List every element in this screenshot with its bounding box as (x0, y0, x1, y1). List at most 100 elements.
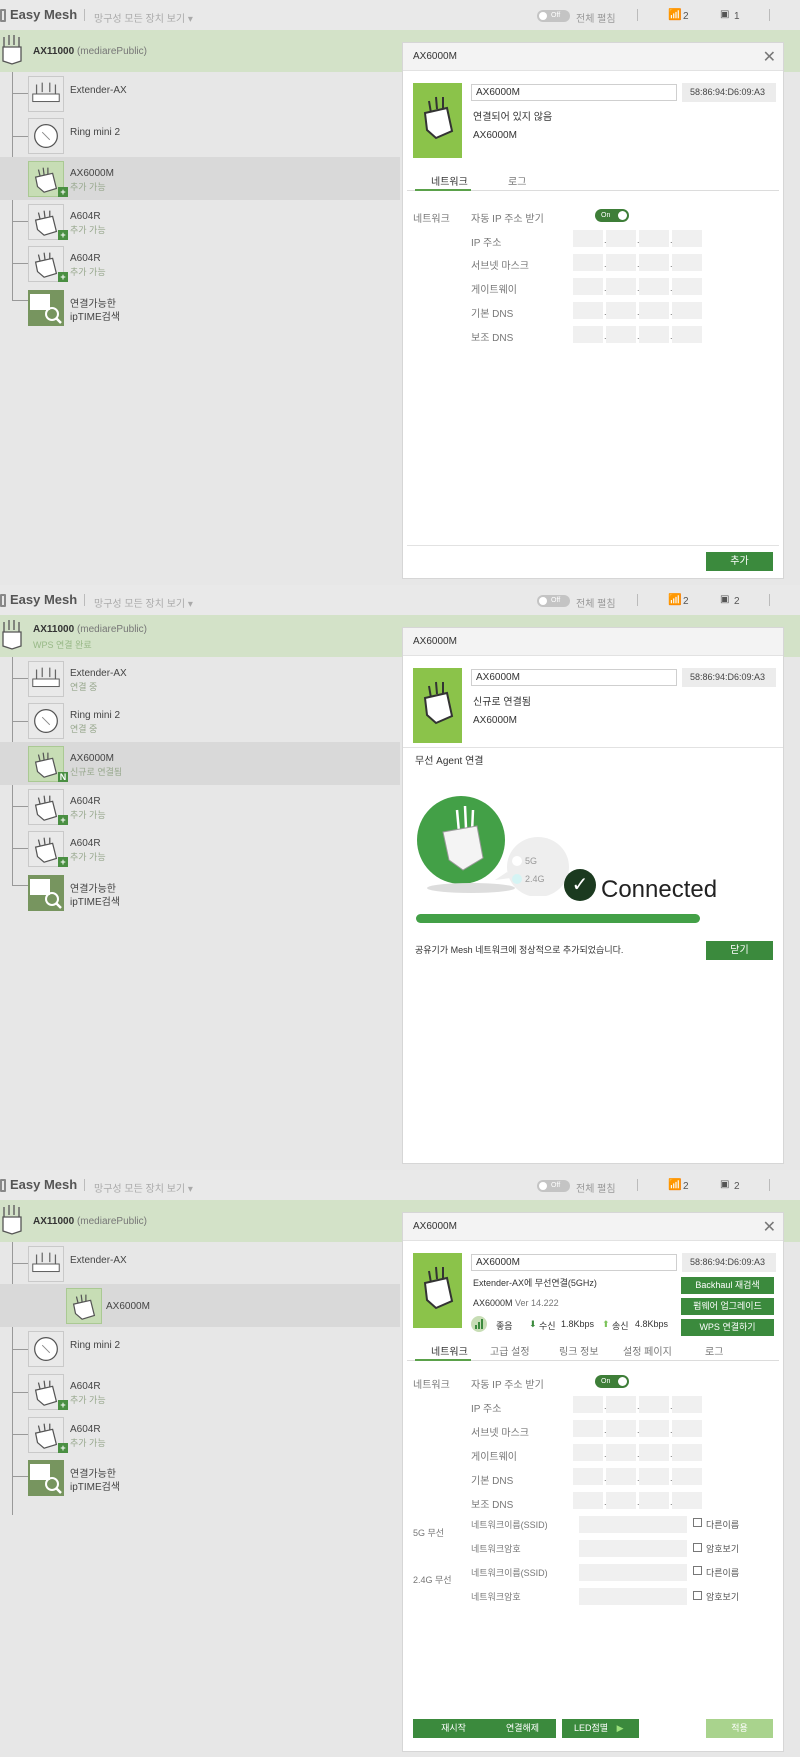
ip-octet-input[interactable] (606, 1468, 636, 1485)
ip-octet-input[interactable] (606, 302, 636, 319)
ip-octet-input[interactable] (573, 278, 603, 295)
auto-ip-switch[interactable]: On (595, 1375, 629, 1388)
add-button[interactable]: 추가 (706, 552, 773, 571)
ip-octet-input[interactable] (606, 1444, 636, 1461)
ip-octet-input[interactable] (606, 254, 636, 271)
add-icon: + (58, 230, 68, 240)
ip-octet-input[interactable] (606, 1420, 636, 1437)
close-icon[interactable]: ✕ (763, 1217, 776, 1237)
device-node-a604r[interactable]: + A604R 추가 가능 (0, 785, 400, 828)
ip-octet-input[interactable] (672, 1444, 702, 1461)
ip-octet-input[interactable] (606, 1492, 636, 1509)
ip-octet-input[interactable] (672, 254, 702, 271)
device-node-extender[interactable]: Extender-AX 연결 중 (0, 657, 400, 700)
device-node-a604r-2[interactable]: + A604R 추가 가능 (0, 827, 400, 870)
ip-octet-input[interactable] (672, 230, 702, 247)
other-name-24g-checkbox[interactable] (693, 1566, 702, 1575)
device-node-a604r[interactable]: + A604R 추가 가능 (0, 200, 400, 243)
device-node-extender[interactable]: Extender-AX (0, 72, 400, 115)
ip-octet-input[interactable] (573, 1420, 603, 1437)
device-node-a604r[interactable]: + A604R 추가 가능 (0, 1370, 400, 1413)
show-password-5g-checkbox[interactable] (693, 1543, 702, 1552)
app-logo-icon (0, 1179, 6, 1192)
device-node-ring[interactable]: Ring mini 2 (0, 1327, 400, 1370)
view-all-devices-dropdown[interactable]: 망구성 모든 장치 보기 ▾ (94, 1180, 193, 1195)
ip-octet-input[interactable] (639, 1396, 669, 1413)
ip-octet-input[interactable] (639, 326, 669, 343)
auto-ip-switch[interactable]: On (595, 209, 629, 222)
tab-settings-page[interactable]: 설정 페이지 (623, 1343, 672, 1358)
tab-advanced[interactable]: 고급 설정 (490, 1343, 530, 1358)
close-icon[interactable]: ✕ (763, 47, 776, 67)
ip-octet-input[interactable] (573, 1468, 603, 1485)
other-name-5g-checkbox[interactable] (693, 1518, 702, 1527)
firmware-upgrade-button[interactable]: 펌웨어 업그레이드 (681, 1298, 774, 1315)
tab-network[interactable]: 네트워크 (431, 1343, 468, 1358)
password-24g-input[interactable] (579, 1588, 687, 1605)
ip-octet-input[interactable] (573, 230, 603, 247)
search-iptime-node[interactable]: 연결가능한 ipTIME검색 (0, 1456, 400, 1499)
search-iptime-node[interactable]: 연결가능한 ipTIME검색 (0, 871, 400, 914)
tab-log[interactable]: 로그 (705, 1343, 723, 1358)
view-all-devices-dropdown[interactable]: 망구성 모든 장치 보기 ▾ (94, 595, 193, 610)
device-node-a604r-2[interactable]: + A604R 추가 가능 (0, 242, 400, 285)
expand-all-toggle[interactable]: Off (537, 1180, 570, 1192)
ip-octet-input[interactable] (573, 1444, 603, 1461)
apply-button[interactable]: 적용 (706, 1719, 773, 1738)
ip-octet-input[interactable] (672, 278, 702, 295)
ip-octet-input[interactable] (606, 278, 636, 295)
disconnect-button[interactable]: 연결해제 (489, 1719, 556, 1738)
close-button[interactable]: 닫기 (706, 941, 773, 960)
ip-octet-input[interactable] (639, 254, 669, 271)
ip-octet-input[interactable] (672, 1492, 702, 1509)
restart-button[interactable]: 재시작 (413, 1719, 494, 1738)
ip-octet-input[interactable] (672, 326, 702, 343)
ip-octet-input[interactable] (573, 254, 603, 271)
password-5g-input[interactable] (579, 1540, 687, 1557)
ip-octet-input[interactable] (672, 1468, 702, 1485)
ip-octet-input[interactable] (672, 1396, 702, 1413)
ip-octet-input[interactable] (639, 1468, 669, 1485)
ip-octet-input[interactable] (606, 1396, 636, 1413)
show-password-24g-checkbox[interactable] (693, 1591, 702, 1600)
tab-link-info[interactable]: 링크 정보 (559, 1343, 599, 1358)
device-node-ax6000m[interactable]: AX6000M (0, 1284, 400, 1327)
device-name-input[interactable] (471, 84, 677, 101)
device-node-extender[interactable]: Extender-AX (0, 1242, 400, 1285)
tab-network[interactable]: 네트워크 (431, 173, 468, 188)
ip-octet-input[interactable] (639, 1444, 669, 1461)
ip-octet-input[interactable] (573, 1492, 603, 1509)
device-node-ax6000m[interactable]: + AX6000M 추가 가능 (0, 157, 400, 200)
ip-octet-input[interactable] (639, 278, 669, 295)
ip-octet-input[interactable] (606, 230, 636, 247)
device-name-input[interactable] (471, 1254, 677, 1271)
device-node-ring[interactable]: Ring mini 2 연결 중 (0, 699, 400, 742)
wifi-icon: 📶 (668, 9, 682, 21)
search-iptime-node[interactable]: 연결가능한 ipTIME검색 (0, 286, 400, 329)
ip-octet-input[interactable] (639, 302, 669, 319)
view-all-devices-dropdown[interactable]: 망구성 모든 장치 보기 ▾ (94, 10, 193, 25)
ssid-5g-input[interactable] (579, 1516, 687, 1533)
device-name-input[interactable] (471, 669, 677, 686)
ip-octet-input[interactable] (672, 1420, 702, 1437)
expand-all-toggle[interactable]: Off (537, 10, 570, 22)
wifi-count: 2 (683, 596, 689, 607)
ip-octet-input[interactable] (639, 1492, 669, 1509)
led-blink-button[interactable]: LED점멸 ▶ (562, 1719, 639, 1738)
ip-octet-input[interactable] (573, 1396, 603, 1413)
ip-octet-input[interactable] (672, 302, 702, 319)
ip-octet-input[interactable] (639, 1420, 669, 1437)
device-node-a604r-2[interactable]: + A604R 추가 가능 (0, 1413, 400, 1456)
expand-all-toggle[interactable]: Off (537, 595, 570, 607)
ip-octet-input[interactable] (573, 326, 603, 343)
backhaul-rescan-button[interactable]: Backhaul 재검색 (681, 1277, 774, 1294)
ip-octet-input[interactable] (639, 230, 669, 247)
ssid-24g-input[interactable] (579, 1564, 687, 1581)
ip-octet-input[interactable] (606, 326, 636, 343)
ip-octet-input[interactable] (573, 302, 603, 319)
device-node-ax6000m[interactable]: N AX6000M 신규로 연결됨 (0, 742, 400, 785)
wifi-icon: 📶 (668, 594, 682, 606)
device-node-ring[interactable]: Ring mini 2 (0, 114, 400, 157)
wps-connect-button[interactable]: WPS 연결하기 (681, 1319, 774, 1336)
tab-log[interactable]: 로그 (508, 173, 526, 188)
